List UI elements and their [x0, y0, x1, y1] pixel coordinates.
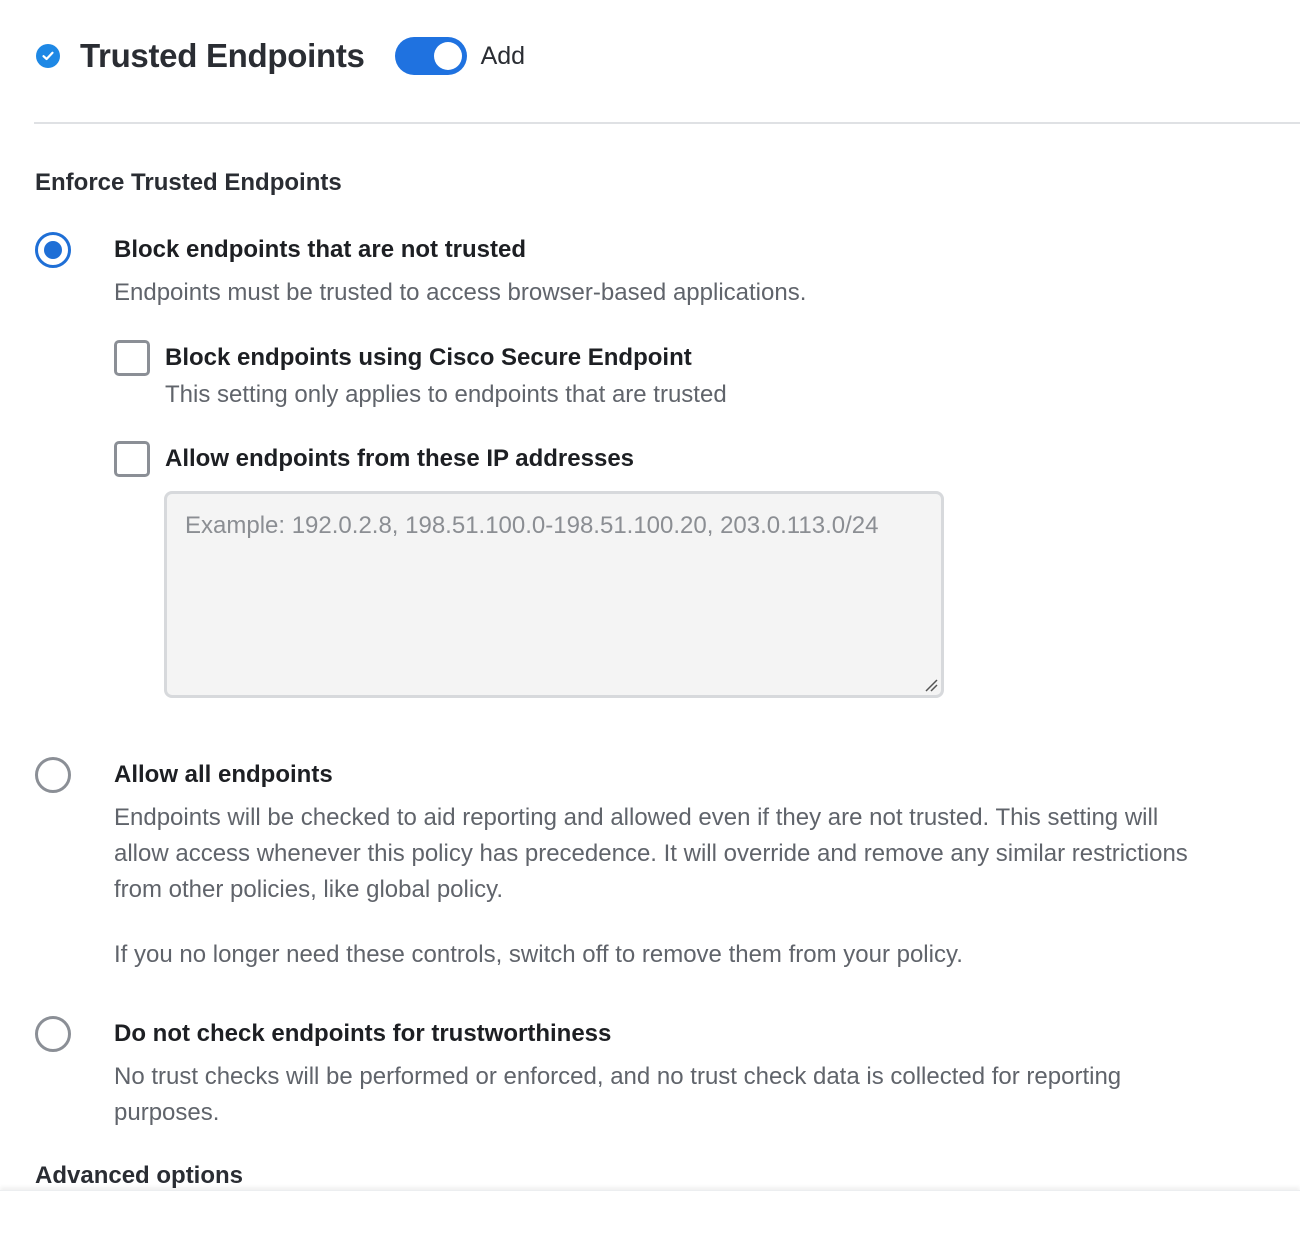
radio-selected-dot	[44, 241, 62, 259]
checkbox-title-cisco-secure-endpoint: Block endpoints using Cisco Secure Endpo…	[165, 344, 692, 371]
page-header: Trusted Endpoints Add	[36, 34, 525, 78]
ip-addresses-textarea[interactable]	[164, 491, 944, 698]
advanced-options-heading[interactable]: Advanced options	[35, 1162, 243, 1190]
radio-block-untrusted[interactable]	[35, 232, 71, 268]
checkbox-desc-cisco-secure-endpoint: This setting only applies to endpoints t…	[165, 381, 727, 408]
toggle-label: Add	[480, 41, 526, 70]
checkbox-cisco-secure-endpoint[interactable]	[114, 340, 150, 376]
option-desc-block-untrusted: Endpoints must be trusted to access brow…	[114, 279, 807, 306]
check-circle-icon	[36, 44, 60, 68]
checkbox-title-allow-ip-addresses: Allow endpoints from these IP addresses	[165, 445, 635, 472]
header-divider	[34, 122, 1300, 124]
option-note-allow-all: If you no longer need these controls, sw…	[114, 941, 963, 968]
radio-no-check[interactable]	[35, 1016, 71, 1052]
page-title: Trusted Endpoints	[80, 37, 365, 74]
option-title-allow-all: Allow all endpoints	[114, 761, 333, 788]
option-title-no-check: Do not check endpoints for trustworthine…	[114, 1020, 612, 1047]
add-toggle-switch[interactable]	[394, 37, 467, 75]
section-title: Enforce Trusted Endpoints	[35, 169, 342, 196]
bottom-bar	[0, 1190, 1300, 1234]
resize-handle-icon[interactable]	[924, 678, 938, 692]
option-desc-no-check: No trust checks will be performed or enf…	[114, 1063, 1122, 1126]
radio-allow-all[interactable]	[35, 757, 71, 793]
option-title-block-untrusted: Block endpoints that are not trusted	[114, 236, 527, 263]
toggle-knob	[433, 42, 462, 70]
option-desc-allow-all: Endpoints will be checked to aid reporti…	[114, 804, 1188, 903]
checkbox-allow-ip-addresses[interactable]	[114, 441, 150, 477]
